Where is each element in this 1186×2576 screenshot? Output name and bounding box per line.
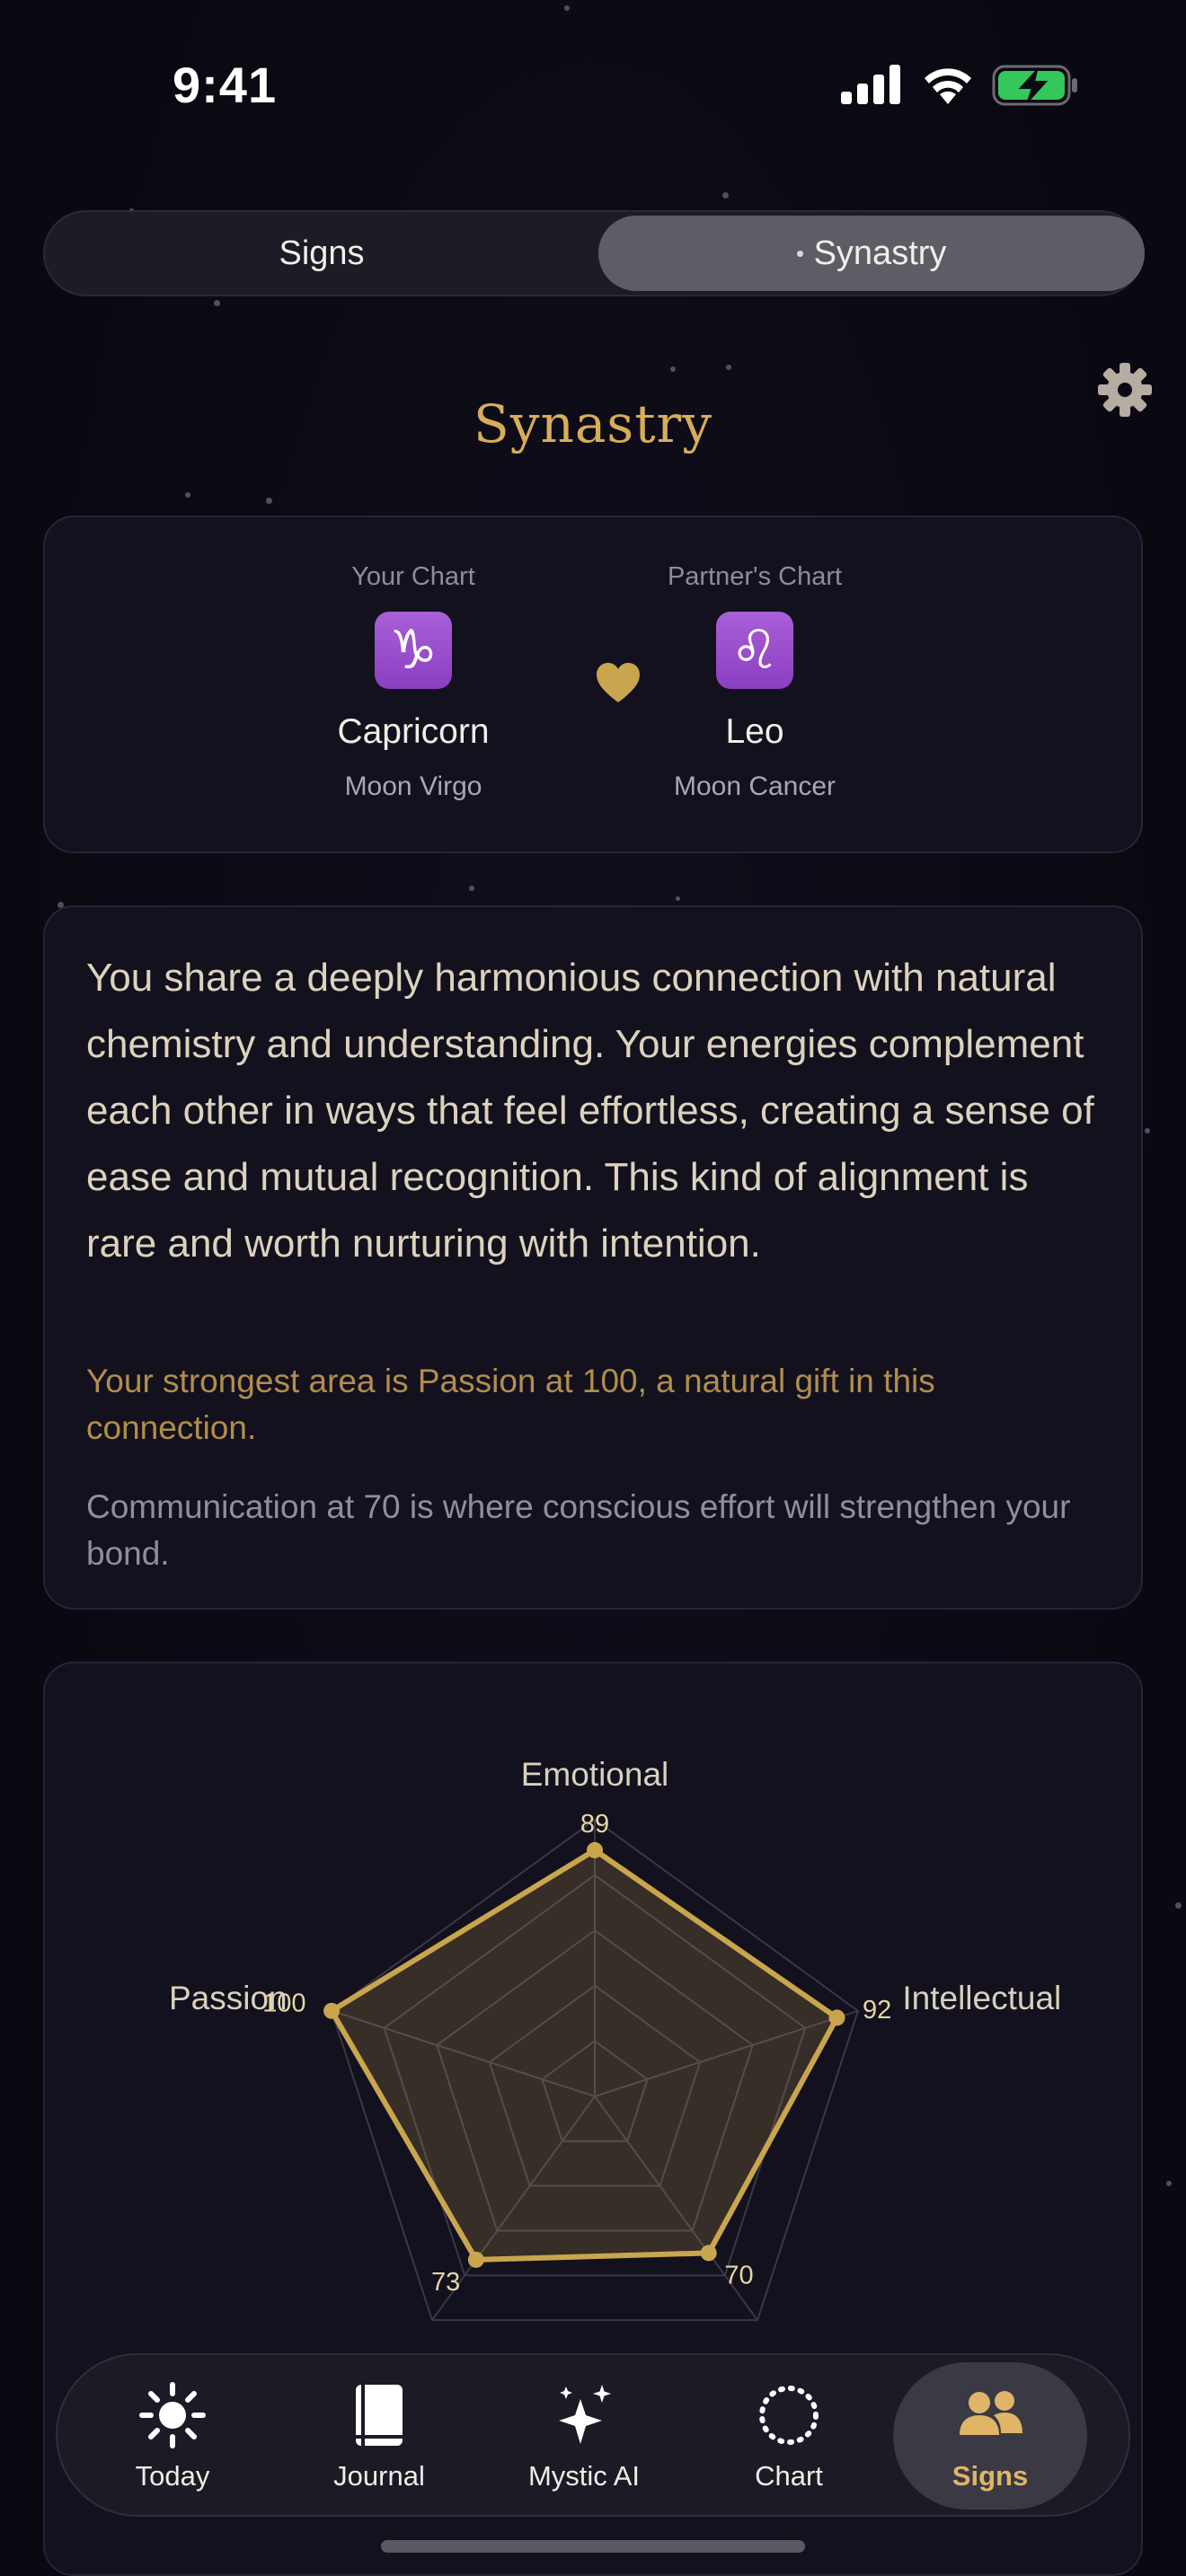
partner-chart-label: Partner's Chart [667, 562, 843, 591]
star-speck [1145, 1128, 1150, 1134]
radar-data-point [467, 2251, 484, 2268]
segment-signs-label: Signs [279, 234, 365, 272]
partner-sun-sign: Leo [725, 712, 784, 751]
dotted-circle-icon [759, 2386, 819, 2445]
sparkles-icon [559, 2385, 611, 2444]
radar-axis-label: Intellectual [902, 1980, 1061, 2016]
radar-data-area [329, 1847, 840, 2263]
growth-area-note: Communication at 70 is where conscious e… [86, 1488, 1071, 1572]
capricorn-glyph-icon: ♑ [375, 612, 452, 689]
star-speck [726, 365, 731, 370]
radar-value-label: 70 [724, 2262, 753, 2290]
your-moon-sign: Moon Virgo [344, 772, 482, 801]
star-speck [214, 300, 220, 306]
sun-icon [139, 2382, 206, 2448]
status-bar: 9:41 [0, 0, 1186, 171]
home-indicator [381, 2540, 805, 2553]
star-speck [676, 896, 680, 901]
partner-moon-sign: Moon Cancer [673, 772, 836, 801]
radar-data-point [828, 2009, 845, 2026]
star-speck [469, 886, 474, 891]
your-chart-label: Your Chart [351, 562, 475, 591]
tab-journal[interactable]: Journal [282, 2362, 476, 2510]
radar-value-label: 100 [262, 1989, 305, 2018]
compatibility-reading-card: You share a deeply harmonious connection… [43, 905, 1143, 1610]
reading-summary: You share a deeply harmonious connection… [86, 956, 1094, 1266]
signs-synastry-segmented-control: Signs Synastry [43, 210, 1145, 296]
battery-charging-icon [992, 65, 1077, 106]
segment-synastry[interactable]: Synastry [598, 216, 1145, 291]
status-time: 9:41 [173, 57, 278, 113]
radar-value-label: 73 [431, 2268, 460, 2297]
star-speck [722, 192, 729, 198]
people-icon [960, 2391, 1022, 2435]
tab-signs[interactable]: Signs [893, 2362, 1087, 2510]
wifi-icon [925, 68, 971, 104]
segment-synastry-label: Synastry [813, 234, 947, 272]
your-sun-sign: Capricorn [337, 712, 490, 751]
tab-today[interactable]: Today [75, 2362, 270, 2510]
tab-journal-label: Journal [333, 2460, 425, 2492]
radar-data-point [700, 2245, 717, 2262]
strongest-area-note: Your strongest area is Passion at 100, a… [86, 1363, 935, 1446]
cellular-signal-icon [841, 65, 900, 104]
radar-value-label: 92 [863, 1996, 891, 2025]
tab-chart[interactable]: Chart [692, 2362, 886, 2510]
selected-dot-icon [796, 250, 803, 257]
bottom-tab-bar: Today Journal Mystic AI Chart Signs [56, 2353, 1130, 2517]
radar-value-label: 89 [580, 1810, 609, 1839]
radar-axis-label: Emotional [521, 1756, 669, 1793]
tab-mystic-ai-label: Mystic AI [527, 2460, 640, 2492]
partner-chart[interactable]: Partner's Chart ♌ Leo Moon Cancer [584, 562, 925, 802]
radar-data-point [323, 2002, 341, 2019]
tab-chart-label: Chart [755, 2460, 823, 2492]
tab-mystic-ai[interactable]: Mystic AI [487, 2362, 681, 2510]
star-speck [1166, 2181, 1172, 2186]
radar-data-point [587, 1841, 603, 1858]
star-speck [266, 498, 272, 504]
star-speck [1175, 1902, 1182, 1909]
synastry-pair-card: Your Chart ♑ Capricorn Moon Virgo Partne… [43, 516, 1143, 853]
leo-glyph-icon: ♌ [716, 612, 793, 689]
page-title: Synastry [474, 393, 712, 454]
app-screen: 9:41 Signs Synastry Synastry Your Chart … [0, 0, 1186, 2576]
your-chart[interactable]: Your Chart ♑ Capricorn Moon Virgo [243, 562, 584, 802]
star-speck [670, 366, 676, 372]
book-icon [356, 2385, 403, 2446]
segment-signs[interactable]: Signs [49, 216, 595, 291]
tab-today-label: Today [135, 2460, 210, 2492]
star-speck [185, 492, 190, 498]
tab-signs-label: Signs [951, 2460, 1029, 2492]
